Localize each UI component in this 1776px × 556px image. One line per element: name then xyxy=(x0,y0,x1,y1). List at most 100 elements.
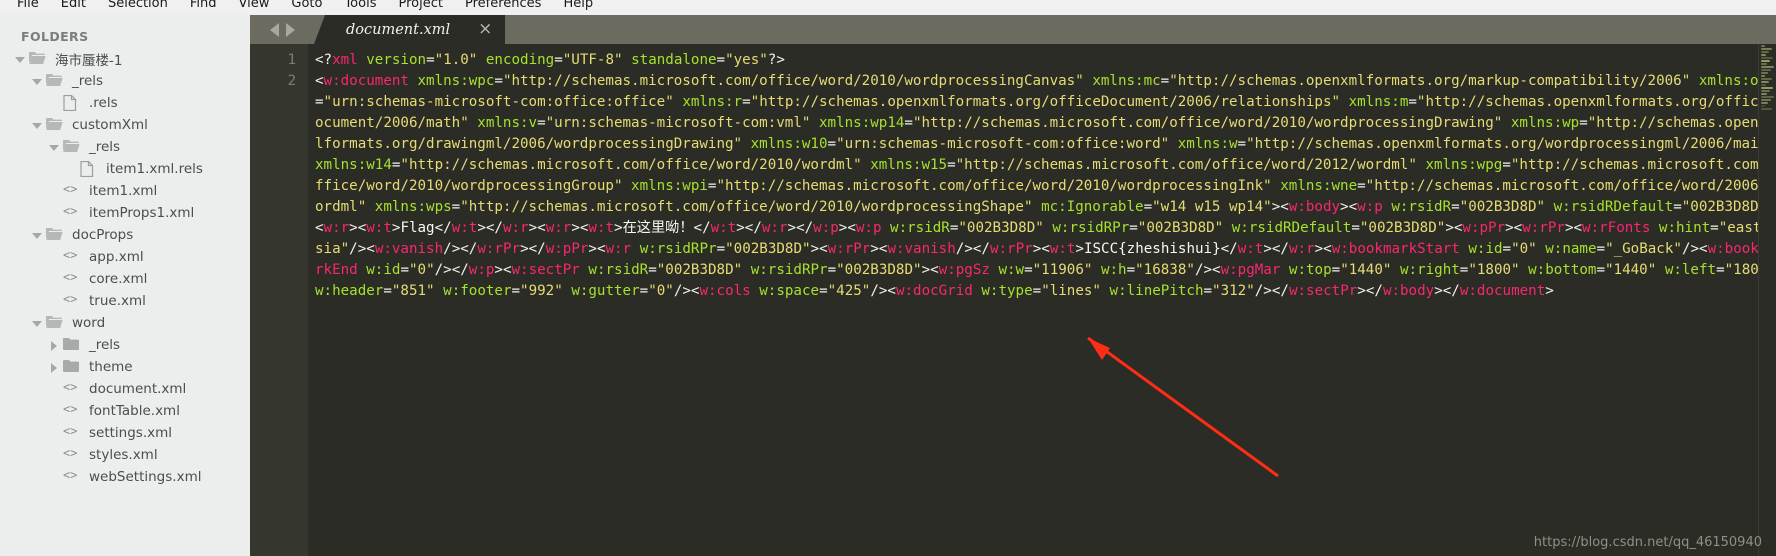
close-icon[interactable]: × xyxy=(478,21,505,38)
tree-item-core-xml[interactable]: <> core.xml xyxy=(0,268,250,290)
menu-item-find[interactable]: Find xyxy=(179,0,228,11)
menu-item-preferences[interactable]: Preferences xyxy=(454,0,552,11)
code-file-icon: <> xyxy=(63,425,83,441)
tree-item-label: app.xml xyxy=(89,249,144,265)
tree-item-websettings-xml[interactable]: <> webSettings.xml xyxy=(0,466,250,488)
minimap-line xyxy=(1761,99,1771,101)
chevron-down-icon[interactable] xyxy=(48,141,61,154)
svg-text:<>: <> xyxy=(63,293,77,305)
tree-item-label: customXml xyxy=(72,117,148,133)
line-number: 1 xyxy=(287,52,296,68)
code-content[interactable]: <?xml version="1.0" encoding="UTF-8" sta… xyxy=(308,44,1776,556)
chevron-down-icon[interactable] xyxy=(31,75,44,88)
tree-item-true-xml[interactable]: <> true.xml xyxy=(0,290,250,312)
chevron-down-icon[interactable] xyxy=(31,119,44,132)
code-file-icon: <> xyxy=(63,469,83,485)
minimap-line xyxy=(1761,93,1767,95)
minimap-line xyxy=(1761,63,1767,65)
file-tree-list[interactable]: 海市蜃楼-1 _rels .rels customXml _rels item1.xml.… xyxy=(0,48,250,488)
code-file-icon: <> xyxy=(63,183,83,199)
minimap-line xyxy=(1761,75,1765,77)
menu-item-view[interactable]: View xyxy=(228,0,281,11)
tree-item-label: 海市蜃楼-1 xyxy=(55,53,123,69)
minimap-line xyxy=(1761,54,1766,56)
minimap-line xyxy=(1761,84,1766,86)
tab-nav-arrows[interactable] xyxy=(250,15,314,44)
menu-item-selection[interactable]: Selection xyxy=(97,0,179,11)
menu-item-help[interactable]: Help xyxy=(552,0,604,11)
minimap-line xyxy=(1761,81,1769,83)
minimap-line xyxy=(1761,90,1770,92)
tree-item-rels[interactable]: _rels xyxy=(0,70,250,92)
code-area[interactable]: 1 2 <?xml version="1.0" encoding="UTF-8"… xyxy=(250,44,1776,556)
menu-item-tools[interactable]: Tools xyxy=(333,0,387,11)
tree-item-rels[interactable]: .rels xyxy=(0,92,250,114)
minimap-line xyxy=(1761,66,1774,68)
editor-pane: document.xml × 1 2 <?xml version="1.0" e… xyxy=(250,15,1776,556)
watermark-text: https://blog.csdn.net/qq_46150940 xyxy=(1533,535,1762,550)
folders-header: FOLDERS xyxy=(21,29,89,44)
chevron-down-icon[interactable] xyxy=(31,317,44,330)
svg-text:<>: <> xyxy=(63,183,77,195)
arrow-right-icon[interactable] xyxy=(285,22,295,37)
chevron-right-icon[interactable] xyxy=(48,361,61,374)
chevron-down-icon[interactable] xyxy=(14,53,27,66)
svg-text:<>: <> xyxy=(63,403,77,415)
file-icon xyxy=(63,95,83,111)
minimap-line xyxy=(1761,51,1769,53)
minimap[interactable] xyxy=(1758,44,1776,556)
folder-open-icon xyxy=(46,73,66,89)
menu-item-project[interactable]: Project xyxy=(387,0,453,11)
tree-item-item1-xml-rels[interactable]: item1.xml.rels xyxy=(0,158,250,180)
arrow-left-icon[interactable] xyxy=(269,22,279,37)
code-file-icon: <> xyxy=(63,249,83,265)
tree-item-rels[interactable]: _rels xyxy=(0,136,250,158)
tree-item-label: fontTable.xml xyxy=(89,403,180,419)
tree-item-label: item1.xml xyxy=(89,183,158,199)
minimap-line xyxy=(1761,72,1768,74)
tree-item-word[interactable]: word xyxy=(0,312,250,334)
tree-item-item1-xml[interactable]: <> item1.xml xyxy=(0,180,250,202)
folder-open-icon xyxy=(46,227,66,243)
tree-item-app-xml[interactable]: <> app.xml xyxy=(0,246,250,268)
tree-item-label: theme xyxy=(89,359,133,375)
tree-item-fonttable-xml[interactable]: <> fontTable.xml xyxy=(0,400,250,422)
menu-item-goto[interactable]: Goto xyxy=(280,0,333,11)
tree-item-label: webSettings.xml xyxy=(89,469,202,485)
minimap-line xyxy=(1761,105,1765,107)
menu-item-file[interactable]: File xyxy=(6,0,50,11)
minimap-line xyxy=(1761,48,1772,50)
code-file-icon: <> xyxy=(63,403,83,419)
tree-item-1[interactable]: 海市蜃楼-1 xyxy=(0,48,250,70)
menu-item-edit[interactable]: Edit xyxy=(50,0,97,11)
code-file-icon: <> xyxy=(63,271,83,287)
svg-text:<>: <> xyxy=(63,249,77,261)
tree-item-label: _rels xyxy=(89,337,121,353)
file-icon xyxy=(80,161,100,177)
sidebar-file-tree[interactable]: FOLDERS 海市蜃楼-1 _rels .rels customXml _rels it… xyxy=(0,15,250,556)
tree-item-theme[interactable]: theme xyxy=(0,356,250,378)
folder-open-icon xyxy=(46,315,66,331)
tree-item-docprops[interactable]: docProps xyxy=(0,224,250,246)
tree-item-document-xml[interactable]: <> document.xml xyxy=(0,378,250,400)
tree-item-itemprops1-xml[interactable]: <> itemProps1.xml xyxy=(0,202,250,224)
tree-item-label: document.xml xyxy=(89,381,187,397)
chevron-right-icon[interactable] xyxy=(48,339,61,352)
chevron-down-icon[interactable] xyxy=(31,229,44,242)
tab-document-xml[interactable]: document.xml × xyxy=(314,15,506,44)
tree-item-styles-xml[interactable]: <> styles.xml xyxy=(0,444,250,466)
tree-item-rels[interactable]: _rels xyxy=(0,334,250,356)
folder-open-icon xyxy=(29,51,49,67)
minimap-line xyxy=(1761,78,1772,80)
tree-item-settings-xml[interactable]: <> settings.xml xyxy=(0,422,250,444)
minimap-line xyxy=(1761,108,1772,110)
tree-item-customxml[interactable]: customXml xyxy=(0,114,250,136)
